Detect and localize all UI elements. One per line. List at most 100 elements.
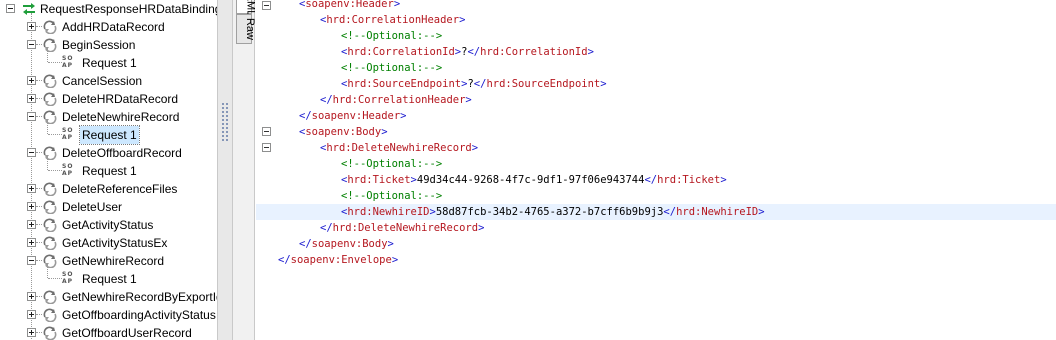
xml-bracket: > [400,110,407,122]
collapse-toggle-icon[interactable] [27,112,36,121]
code-line[interactable]: <hrd:DeleteNewhireRecord> [256,140,1056,156]
expand-toggle-icon[interactable] [27,292,36,301]
xml-comment: <!--Optional:--> [341,30,443,42]
tree-item-operation[interactable]: GetOffboardingActivityStatus [0,306,217,324]
tree-item-operation[interactable]: DeleteOffboardRecord [0,144,217,162]
fold-toggle-icon[interactable] [262,1,271,10]
code-line[interactable]: </soapenv:Body> [256,236,1056,252]
expand-toggle-icon[interactable] [27,328,36,337]
tree-item-operation[interactable]: DeleteHRDataRecord [0,90,217,108]
code-text: <hrd:Ticket>49d34c44-9268-4f7c-9df1-97f0… [341,172,727,188]
tree-root[interactable]: RequestResponseHRDataBinding [0,0,217,18]
expand-toggle-icon[interactable] [27,22,36,31]
xml-bracket: > [381,126,388,138]
xml-tag-name: hrd:NewhireID [347,206,430,218]
expand-toggle-icon[interactable] [27,220,36,229]
code-line[interactable]: <soapenv:Body> [256,124,1056,140]
tree-item-operation[interactable]: GetActivityStatusEx [0,234,217,252]
fold-toggle-icon[interactable] [262,143,271,152]
xml-bracket: > [587,46,594,58]
operation-icon [42,308,58,323]
expand-toggle-icon[interactable] [27,76,36,85]
code-line[interactable]: <hrd:NewhireID>58d87fcb-34b2-4765-a372-b… [256,204,1056,220]
collapse-toggle-icon[interactable] [27,148,36,157]
xml-tag-name: hrd:CorrelationHeader [332,94,466,106]
code-line[interactable]: </hrd:CorrelationHeader> [256,92,1056,108]
tree-item-operation[interactable]: DeleteNewhireRecord [0,108,217,126]
tree-item-label: CancelSession [62,74,143,88]
expand-toggle-icon[interactable] [27,238,36,247]
code-line[interactable]: <hrd:CorrelationHeader> [256,12,1056,28]
code-text: <!--Optional:--> [341,188,442,204]
tree-item-label: DeleteReferenceFiles [62,182,178,196]
xml-bracket: > [459,14,466,26]
collapse-toggle-icon[interactable] [27,40,36,49]
expand-toggle-icon[interactable] [27,94,36,103]
tab-xml[interactable]: XML [236,0,256,16]
code-line[interactable]: <hrd:SourceEndpoint>?</hrd:SourceEndpoin… [256,76,1056,92]
code-line[interactable]: <soapenv:Header> [256,0,1056,12]
tree-item-label: DeleteUser [62,200,123,214]
expand-toggle-icon[interactable] [27,310,36,319]
editor-tab-strip: XML Raw [233,0,256,340]
xml-bracket: > [758,206,765,218]
tree-item-request[interactable]: SO AP Request 1 [0,48,217,72]
operation-icon [42,92,58,107]
tree-item-request[interactable]: SO AP Request 1 [0,264,217,288]
tab-raw-label: Raw [244,17,257,41]
code-line[interactable]: <!--Optional:--> [256,188,1056,204]
tree-item-operation[interactable]: GetActivityStatus [0,216,217,234]
code-text: </hrd:DeleteNewhireRecord> [320,220,484,236]
tree-item-request[interactable]: SO AP Request 1 [0,120,217,145]
tree-item-operation[interactable]: CancelSession [0,72,217,90]
code-line[interactable]: <!--Optional:--> [256,28,1056,44]
code-text: <hrd:DeleteNewhireRecord> [320,140,478,156]
tree-item-operation[interactable]: GetNewhireRecord [0,252,217,270]
tree-item-label: BeginSession [62,38,136,52]
code-line[interactable]: </soapenv:Header> [256,108,1056,124]
xml-tag-name: hrd:DeleteNewhireRecord [332,222,479,234]
collapse-toggle-icon[interactable] [27,256,36,265]
tree-item-operation[interactable]: DeleteUser [0,198,217,216]
xml-tag-name: soapenv:Header [305,0,394,10]
xml-bracket: </ [663,206,677,218]
code-line[interactable]: <hrd:Ticket>49d34c44-9268-4f7c-9df1-97f0… [256,172,1056,188]
code-line[interactable]: <!--Optional:--> [256,60,1056,76]
code-text: <!--Optional:--> [341,28,442,44]
tree-item-operation[interactable]: GetOffboardUserRecord [0,324,217,340]
tree-connector [48,170,62,172]
tree-root-label: RequestResponseHRDataBinding [40,2,217,16]
code-line[interactable]: <!--Optional:--> [256,156,1056,172]
code-line[interactable]: <hrd:CorrelationId>?</hrd:CorrelationId> [256,44,1056,60]
xml-editor[interactable]: <soapenv:Header> <hrd:CorrelationHeader> <… [256,0,1056,340]
project-tree[interactable]: RequestResponseHRDataBinding AddHRDataRec… [0,0,217,340]
xml-bracket: > [600,78,607,90]
collapse-toggle-icon[interactable] [6,4,15,13]
operation-icon [42,38,58,53]
expand-toggle-icon[interactable] [27,202,36,211]
xml-tag-name: hrd:Ticket [347,174,411,186]
tab-raw[interactable]: Raw [236,14,256,44]
expand-toggle-icon[interactable] [27,184,36,193]
xml-bracket: > [393,0,401,10]
code-text: <hrd:SourceEndpoint>?</hrd:SourceEndpoin… [341,76,607,92]
code-line[interactable]: </hrd:DeleteNewhireRecord> [256,220,1056,236]
tree-item-operation[interactable]: AddHRDataRecord [0,18,217,36]
xml-bracket: > [471,142,479,154]
tree-connector [47,156,48,170]
tree-item-operation[interactable]: DeleteReferenceFiles [0,180,217,198]
tree-item-label: GetOffboardUserRecord [62,326,192,340]
operation-icon [42,326,58,340]
splitter-grip[interactable] [221,102,229,142]
xml-tag-name: hrd:NewhireID [676,206,759,218]
code-text: <hrd:CorrelationId>?</hrd:CorrelationId> [341,44,594,60]
xml-tag-name: hrd:Ticket [657,174,721,186]
operation-icon [42,146,58,161]
fold-toggle-icon[interactable] [262,127,271,136]
tree-item-operation[interactable]: GetNewhireRecordByExportId [0,288,217,306]
code-line[interactable]: </soapenv:Envelope> [256,252,1056,268]
panel-splitter[interactable] [217,0,233,340]
tree-item-operation[interactable]: BeginSession [0,36,217,54]
tree-item-request[interactable]: SO AP Request 1 [0,156,217,180]
soap-request-icon: SO AP [62,271,74,285]
